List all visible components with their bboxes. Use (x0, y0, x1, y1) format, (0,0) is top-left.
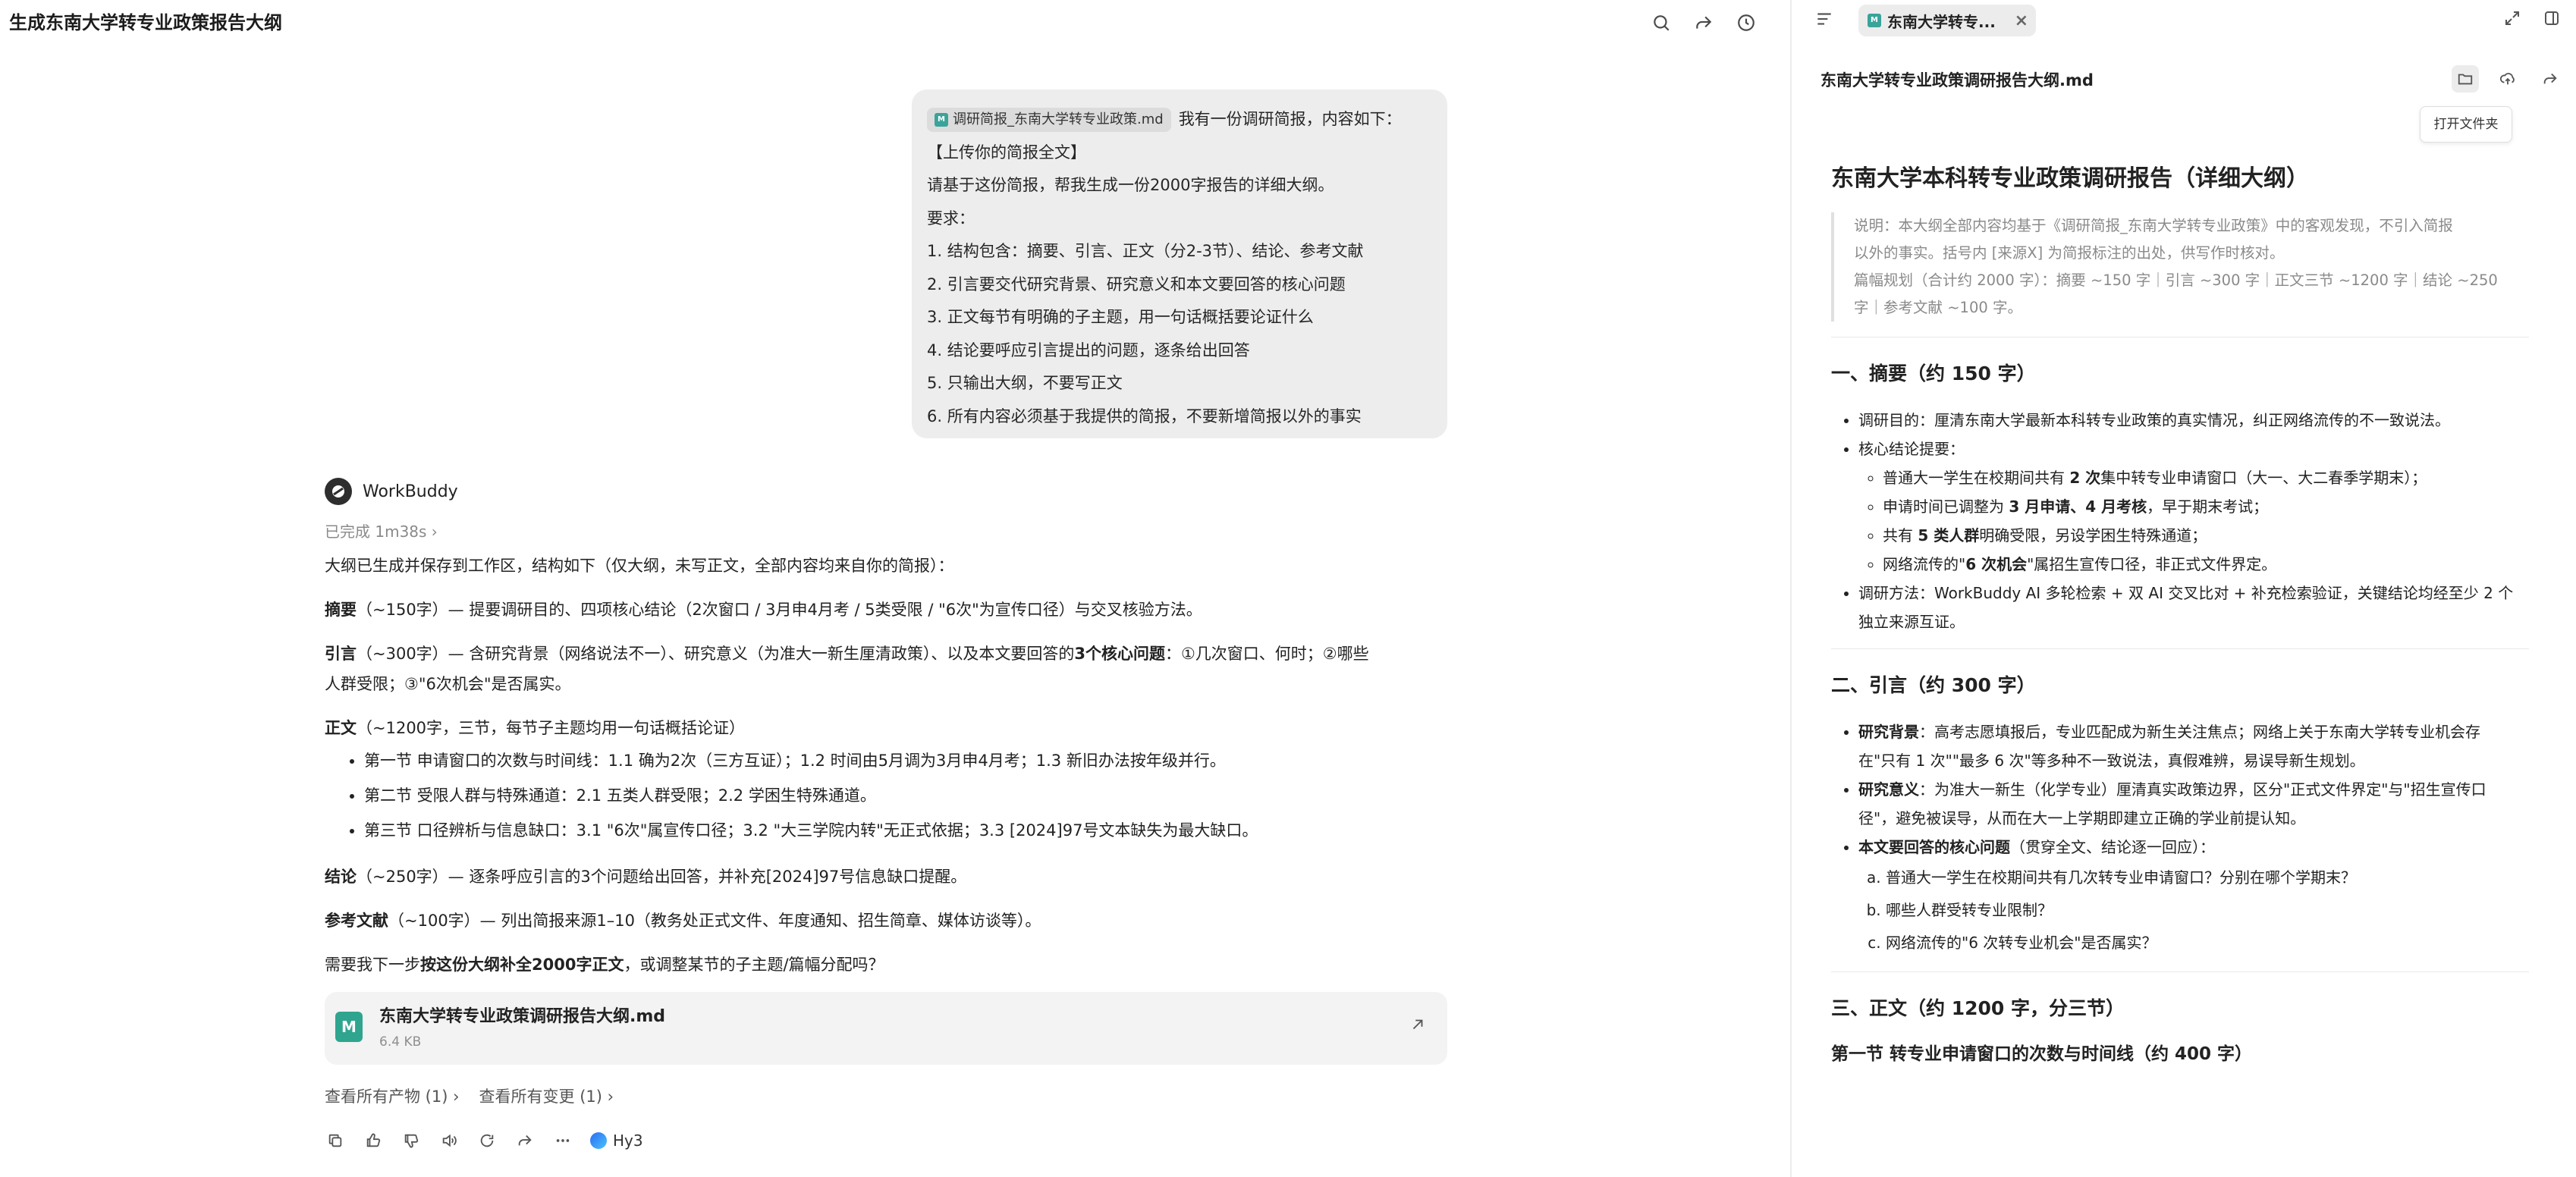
more-icon[interactable] (552, 1130, 573, 1151)
thumbs-up-icon[interactable] (363, 1130, 384, 1151)
regenerate-icon[interactable] (476, 1130, 498, 1151)
user-message-line: 我有一份调研简报，内容如下： (1178, 110, 1402, 128)
assistant-intro: 大纲已生成并保存到工作区，结构如下（仅大纲，未写正文，全部内容均来自你的简报）： (325, 557, 954, 575)
close-icon[interactable]: × (2015, 11, 2028, 30)
subsection-heading: 第一节 转专业申请窗口的次数与时间线（约 400 字） (1831, 1044, 2253, 1064)
list-item: 核心结论提要： 普通大一学生在校期间共有 2 次集中转专业申请窗口（大一、大二春… (1858, 435, 2529, 579)
list-item: 网络流传的"6 次转专业机会"是否属实？ (1886, 927, 2529, 959)
speaker-icon[interactable] (438, 1130, 460, 1151)
copy-icon[interactable] (325, 1130, 346, 1151)
markdown-file-icon: M (335, 1012, 363, 1042)
user-message-line: 4. 结论要呼应引言提出的问题，逐条给出回答 (927, 341, 1250, 359)
markdown-document: 东南大学本科转专业政策调研报告（详细大纲） 说明：本大纲全部内容均基于《调研简报… (1831, 152, 2529, 1068)
share-icon[interactable] (2537, 65, 2564, 93)
user-message: M 调研简报_东南大学转专业政策.md 我有一份调研简报，内容如下： 【上传你的简报… (912, 89, 1447, 438)
outline-references: 参考文献（~100字）— 列出简报来源1–10（教务处正式文件、年度通知、招生简… (325, 912, 1041, 930)
tab-label: 东南大学转专... (1887, 12, 1996, 31)
outline-body-list: 第一节 申请窗口的次数与时间线：1.1 确为2次（三方互证）；1.2 时间由5月… (325, 743, 1447, 848)
user-message-line: 要求： (927, 209, 975, 228)
completion-status[interactable]: 已完成 1m38s › (325, 513, 1447, 551)
outline-intro: 引言（~300字）— 含研究背景（网络说法不一）、研究意义（为准大一新生厘清政策… (325, 645, 1369, 693)
list-item: 普通大一学生在校期间共有 2 次集中转专业申请窗口（大一、大二春季学期末）； (1883, 463, 2529, 492)
list-item: 研究背景：高考志愿填报后，专业匹配成为新生关注焦点；网络上关于东南大学转专业机会… (1858, 717, 2529, 775)
panel-toggle-icon[interactable] (2543, 9, 2561, 30)
outline-abstract: 摘要（~150字）— 提要调研目的、四项核心结论（2次窗口 / 3月申4月考 /… (325, 601, 1202, 619)
attachment-chip[interactable]: M 调研简报_东南大学转专业政策.md (927, 108, 1171, 132)
user-message-line: 【上传你的简报全文】 (927, 143, 1086, 162)
list-item: 哪些人群受转专业限制？ (1886, 894, 2529, 927)
list-item: 网络流传的"6 次机会"属招生宣传口径，非正式文件界定。 (1883, 550, 2529, 579)
agent-header: WorkBuddy (325, 470, 1447, 513)
result-links: 查看所有产物 (1) › 查看所有变更 (1) › (325, 1081, 1447, 1112)
divider (1831, 971, 2529, 972)
section-list: 研究背景：高考志愿填报后，专业匹配成为新生关注焦点；网络上关于东南大学转专业机会… (1831, 717, 2529, 959)
outline-body: 正文（~1200字，三节，每节子主题均用一句话概括论证） (325, 719, 746, 737)
preview-pane: M 东南大学转专... × 东南大学转专业政策调研报告大纲.md 打开文件夹 东… (1792, 0, 2576, 1177)
list-item: 调研目的：厘清东南大学最新本科转专业政策的真实情况，纠正网络流传的不一致说法。 (1858, 406, 2529, 435)
list-item: 研究意义：为准大一新生（化学专业）厘清真实政策边界，区分"正式文件界定"与"招生… (1858, 775, 2529, 833)
expand-icon[interactable] (2503, 9, 2521, 30)
document-heading: 东南大学本科转专业政策调研报告（详细大纲） (1831, 165, 2309, 192)
section-heading: 二、引言（约 300 字） (1831, 674, 2036, 696)
history-icon[interactable] (1733, 9, 1760, 36)
thumbs-down-icon[interactable] (401, 1130, 422, 1151)
list-item: 调研方法：WorkBuddy AI 多轮检索 + 双 AI 交叉比对 + 补充检… (1858, 579, 2529, 636)
chevron-right-icon: › (453, 1088, 460, 1106)
tab-document[interactable]: M 东南大学转专... × (1858, 5, 2036, 36)
markdown-file-icon: M (935, 113, 948, 127)
view-products-link[interactable]: 查看所有产物 (1) › (325, 1081, 460, 1112)
user-message-line: 3. 正文每节有明确的子主题，用一句话概括要论证什么 (927, 308, 1314, 326)
chat-pane: 生成东南大学转专业政策报告大纲 M 调研简报_东南大学转专业政策.md 我有一份调研… (0, 0, 1790, 1177)
file-size: 6.4 KB (379, 1034, 422, 1050)
section-heading: 一、摘要（约 150 字） (1831, 363, 2036, 384)
header-toolbar (1648, 9, 1760, 36)
attachment-name: 调研简报_东南大学转专业政策.md (953, 111, 1164, 127)
model-selector[interactable]: Hy3 (590, 1131, 643, 1150)
outline-conclusion: 结论（~250字）— 逐条呼应引言的3个问题给出回答，并补充[2024]97号信… (325, 868, 967, 886)
user-message-line: 请基于这份简报，帮我生成一份2000字报告的详细大纲。 (927, 176, 1334, 194)
tab-bar: M 东南大学转专... × (1792, 0, 2576, 41)
upload-icon[interactable] (2494, 65, 2521, 93)
list-icon[interactable] (1814, 9, 1839, 33)
share-icon[interactable] (514, 1130, 536, 1151)
list-item: 申请时间已调整为 3 月申请、4 月考核，早于期末考试； (1883, 492, 2529, 521)
view-changes-link[interactable]: 查看所有变更 (1) › (479, 1081, 614, 1112)
document-title: 东南大学转专业政策调研报告大纲.md (1820, 71, 2094, 89)
message-actions: Hy3 (325, 1125, 1447, 1156)
document-note: 说明：本大纲全部内容均基于《调研简报_东南大学转专业政策》中的客观发现，不引入简… (1831, 212, 2529, 322)
list-item: 普通大一学生在校期间共有几次转专业申请窗口？分别在哪个学期末？ (1886, 862, 2529, 894)
pane-controls (2503, 9, 2561, 30)
follow-up-question: 需要我下一步按这份大纲补全2000字正文，或调整某节的子主题/篇幅分配吗？ (325, 956, 884, 974)
list-item: 第二节 受限人群与特殊通道：2.1 五类人群受限；2.2 学困生特殊通道。 (364, 778, 1447, 813)
document-toolbar (2452, 65, 2564, 93)
user-message-line: 1. 结构包含：摘要、引言、正文（分2-3节）、结论、参考文献 (927, 242, 1364, 260)
chevron-right-icon: › (607, 1088, 614, 1106)
chevron-right-icon: › (431, 523, 438, 541)
share-icon[interactable] (1690, 9, 1717, 36)
agent-name: WorkBuddy (363, 482, 458, 501)
user-message-line: 6. 所有内容必须基于我提供的简报，不要新增简报以外的事实 (927, 406, 1362, 425)
assistant-message: WorkBuddy 已完成 1m38s › 大纲已生成并保存到工作区，结构如下（… (325, 470, 1447, 1156)
tooltip-open-folder: 打开文件夹 (2420, 106, 2512, 143)
file-card[interactable]: M 东南大学转专业政策调研报告大纲.md 6.4 KB (325, 992, 1447, 1065)
section-heading: 三、正文（约 1200 字，分三节） (1831, 997, 2125, 1019)
user-message-line: 5. 只输出大纲，不要写正文 (927, 374, 1123, 392)
list-item: 本文要回答的核心问题（贯穿全文、结论逐一回应）： 普通大一学生在校期间共有几次转… (1858, 833, 2529, 959)
file-name: 东南大学转专业政策调研报告大纲.md (379, 1007, 666, 1026)
section-list: 调研目的：厘清东南大学最新本科转专业政策的真实情况，纠正网络流传的不一致说法。 … (1831, 406, 2529, 636)
markdown-file-icon: M (1868, 14, 1881, 27)
list-item: 第三节 口径辨析与信息缺口：3.1 "6次"属宣传口径；3.2 "大三学院内转"… (364, 813, 1447, 848)
list-item: 第一节 申请窗口的次数与时间线：1.1 确为2次（三方互证）；1.2 时间由5月… (364, 743, 1447, 778)
model-logo-icon (590, 1132, 607, 1149)
open-external-icon[interactable] (1409, 1016, 1429, 1036)
user-message-line: 2. 引言要交代研究背景、研究意义和本文要回答的核心问题 (927, 275, 1346, 293)
search-icon[interactable] (1648, 9, 1675, 36)
model-name: Hy3 (613, 1131, 643, 1150)
folder-icon[interactable] (2452, 65, 2479, 93)
divider (1831, 648, 2529, 649)
workbuddy-logo-icon (325, 478, 352, 505)
page-title: 生成东南大学转专业政策报告大纲 (9, 12, 282, 33)
list-item: 共有 5 类人群明确受限，另设学困生特殊通道； (1883, 521, 2529, 550)
